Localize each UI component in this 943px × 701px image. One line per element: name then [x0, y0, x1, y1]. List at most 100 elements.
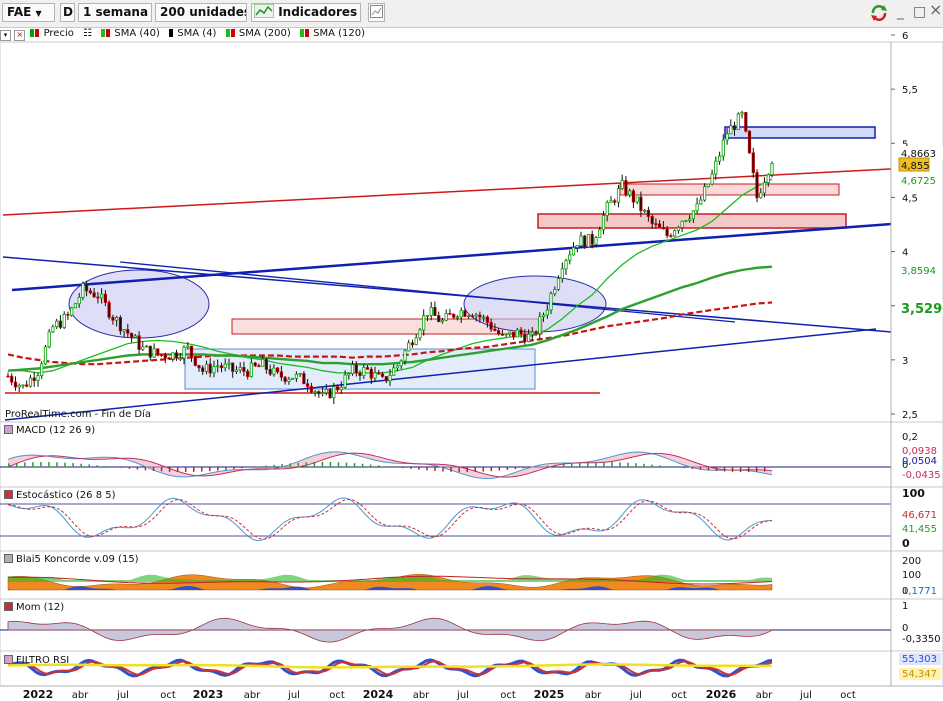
chart-canvas[interactable]: 65,554,543,532,54,86634,8554,67253,85943…	[0, 0, 943, 701]
candle-body	[197, 364, 201, 369]
macd-histogram-bar	[329, 462, 332, 467]
macd-histogram-bar	[281, 464, 283, 467]
candle-body	[706, 183, 710, 188]
panel-title-rsi[interactable]: FILTRO RSI	[4, 655, 69, 666]
candle-body	[493, 328, 497, 332]
candle-body	[594, 237, 598, 245]
candle-body	[639, 196, 643, 212]
mom-swatch	[4, 602, 13, 611]
candle-body	[508, 331, 512, 335]
macd-histogram-bar	[321, 462, 324, 467]
candle-body	[129, 332, 134, 338]
macd-swatch	[4, 425, 13, 434]
macd-histogram-bar	[104, 466, 107, 467]
candle-body	[658, 223, 662, 228]
panel-title-koncorde[interactable]: Blai5 Koncorde v.09 (15)	[4, 554, 139, 565]
panel-frame-macd	[0, 421, 943, 488]
candle-body	[51, 326, 55, 333]
macd-histogram-bar	[297, 462, 300, 467]
candle-body	[242, 366, 246, 372]
macd-histogram-bar	[361, 463, 364, 467]
panel-title-macd[interactable]: MACD (12 26 9)	[4, 425, 95, 436]
macd-histogram-bar	[120, 467, 123, 468]
candle-body	[470, 315, 475, 318]
candle-body	[324, 388, 328, 394]
stoch-title: Estocástico (26 8 5)	[16, 490, 116, 501]
candle-body	[485, 316, 490, 323]
candle-body	[234, 369, 239, 372]
candle-body	[362, 367, 366, 376]
candle-body	[212, 366, 216, 374]
candle-body	[474, 314, 478, 317]
candle-body	[171, 352, 175, 360]
candle-body	[174, 352, 179, 359]
candle-body	[556, 278, 561, 290]
macd-histogram-bar	[635, 463, 637, 467]
candle-body	[287, 378, 291, 382]
candle-body	[512, 331, 516, 338]
macd-histogram-bar	[24, 462, 26, 467]
macd-histogram-bar	[80, 463, 82, 467]
right-axis: 65,554,543,532,54,86634,8554,67253,85943…	[890, 31, 943, 686]
macd-histogram-bar	[265, 465, 267, 467]
candle-body	[354, 364, 358, 374]
candle-body	[103, 293, 107, 303]
x-axis-label: jul	[287, 690, 300, 701]
candle-body	[762, 182, 767, 194]
macd-histogram-bar	[192, 467, 195, 472]
candle-body	[298, 373, 302, 376]
candle-body	[422, 315, 426, 331]
candle-body	[373, 372, 377, 379]
panel-title-stoch[interactable]: Estocástico (26 8 5)	[4, 490, 116, 501]
candle-body	[403, 350, 407, 362]
candle-body	[279, 371, 284, 378]
candle-body	[178, 357, 182, 360]
macd-histogram-bar	[56, 462, 58, 467]
candle-body	[527, 333, 531, 343]
candle-body	[275, 367, 280, 373]
candle-body	[193, 355, 197, 366]
candle-body	[631, 190, 636, 203]
macd-histogram-bar	[209, 467, 211, 472]
candle-body	[646, 209, 651, 217]
macd-histogram-bar	[731, 467, 734, 472]
price-tag: 4,855	[901, 161, 930, 172]
candle-body	[144, 345, 149, 348]
x-axis-label: 2024	[363, 688, 394, 701]
candle-body	[73, 303, 77, 309]
time-axis: 2022 abr jul oct 2023 abr jul oct 2024 abr jul oct 2…	[0, 685, 943, 701]
candle-body	[100, 293, 104, 299]
candle-body	[384, 376, 388, 382]
candle-body	[115, 317, 119, 321]
candle-body	[590, 233, 594, 245]
macd-histogram-bar	[144, 467, 147, 471]
candle-body	[613, 200, 617, 203]
macd-histogram-bar	[289, 463, 291, 467]
candle-body	[463, 310, 467, 317]
macd-line	[7, 451, 773, 480]
stoch-tick-label: 0	[902, 537, 910, 550]
candle-body	[17, 384, 21, 388]
macd-histogram-bar	[353, 463, 356, 467]
macd-histogram-bar	[466, 467, 468, 472]
candle-body	[6, 375, 10, 378]
stoch-tag: 41,455	[902, 524, 937, 535]
candle-body	[294, 373, 299, 379]
candle-body	[246, 370, 250, 377]
panel-title-mom[interactable]: Mom (12)	[4, 602, 64, 613]
candle-body	[695, 203, 699, 212]
macd-title: MACD (12 26 9)	[16, 425, 96, 436]
candle-body	[665, 228, 669, 237]
panel-frame-koncorde	[0, 550, 943, 600]
macd-histogram-bar	[16, 462, 18, 467]
candle-body	[410, 342, 415, 346]
price-tick-label: 4	[902, 248, 908, 259]
macd-histogram-bar	[707, 467, 710, 471]
candle-body	[654, 223, 658, 226]
macd-histogram-bar	[418, 467, 420, 470]
macd-histogram-bar	[755, 467, 758, 472]
macd-histogram-bar	[152, 467, 155, 471]
candle-body	[13, 381, 18, 388]
resistance-zone-upper	[619, 183, 840, 196]
panel-frame-stoch	[0, 486, 943, 552]
